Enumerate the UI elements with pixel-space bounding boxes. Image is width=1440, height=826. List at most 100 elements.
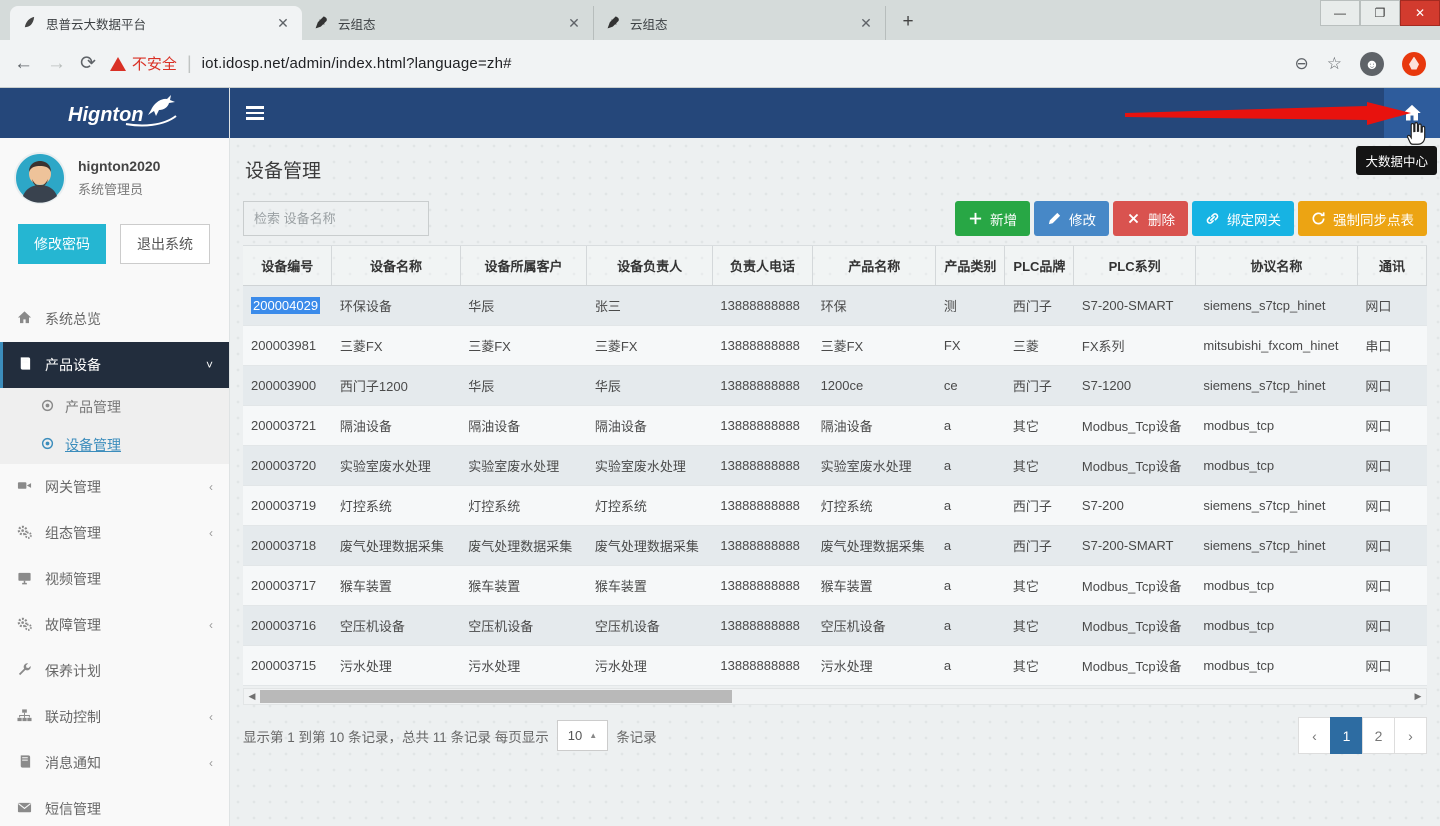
table-row[interactable]: 200004029环保设备华辰张三13888888888环保测西门子S7-200…	[243, 286, 1427, 326]
table-cell: 三菱FX	[813, 326, 936, 366]
table-cell: siemens_s7tcp_hinet	[1195, 526, 1357, 566]
address-bar[interactable]: 不安全 | iot.idosp.net/admin/index.html?lan…	[110, 53, 1281, 74]
sidebar-subitem-产品管理[interactable]: 产品管理	[0, 388, 229, 426]
security-warning[interactable]: 不安全	[110, 53, 177, 74]
dot-circle-icon	[40, 398, 55, 416]
sidebar-item-故障管理[interactable]: 故障管理‹	[0, 602, 229, 648]
sidebar-item-联动控制[interactable]: 联动控制‹	[0, 694, 229, 740]
scrollbar-thumb[interactable]	[260, 690, 732, 703]
table-row[interactable]: 200003716空压机设备空压机设备空压机设备13888888888空压机设备…	[243, 606, 1427, 646]
browser-logo-icon[interactable]	[1402, 52, 1426, 76]
close-button[interactable]: ✕	[1400, 0, 1440, 26]
page-size-select[interactable]: 10 ▲	[557, 720, 608, 751]
绑定网关-button[interactable]: 绑定网关	[1192, 201, 1294, 236]
column-header[interactable]: 设备所属客户	[460, 246, 587, 286]
scroll-right-icon[interactable]: ▶	[1410, 691, 1426, 702]
book-icon	[16, 754, 33, 772]
sidebar-item-label: 短信管理	[45, 799, 201, 819]
device-table: 设备编号设备名称设备所属客户设备负责人负责人电话产品名称产品类别PLC品牌PLC…	[243, 246, 1427, 686]
change-password-button[interactable]: 修改密码	[18, 224, 106, 264]
scroll-left-icon[interactable]: ◀	[244, 691, 260, 702]
column-header[interactable]: 设备编号	[243, 246, 332, 286]
button-label: 新增	[990, 209, 1017, 229]
column-header[interactable]: 通讯	[1357, 246, 1426, 286]
tab-close-icon[interactable]: ✕	[857, 14, 875, 32]
pager-page-2[interactable]: 2	[1362, 717, 1395, 754]
column-header[interactable]: PLC系列	[1074, 246, 1195, 286]
table-row[interactable]: 200003981三菱FX三菱FX三菱FX13888888888三菱FXFX三菱…	[243, 326, 1427, 366]
sidebar-item-产品设备[interactable]: 产品设备˅	[0, 342, 229, 388]
browser-tab[interactable]: 思普云大数据平台✕	[10, 6, 302, 40]
table-cell: ce	[936, 366, 1005, 406]
feather-icon	[22, 15, 38, 31]
table-cell: 13888888888	[712, 446, 812, 486]
forward-icon[interactable]: →	[47, 53, 66, 75]
table-cell: 隔油设备	[332, 406, 460, 446]
table-cell: 隔油设备	[813, 406, 936, 446]
dot-circle-icon	[40, 436, 55, 454]
avatar	[14, 152, 66, 204]
hamburger-menu-icon[interactable]	[230, 88, 280, 138]
table-row[interactable]: 200003900西门子1200华辰华辰138888888881200cece西…	[243, 366, 1427, 406]
table-cell: 猴车装置	[460, 566, 587, 606]
topbar	[230, 88, 1440, 138]
column-header[interactable]: 产品名称	[813, 246, 936, 286]
restore-button[interactable]: ❐	[1360, 0, 1400, 26]
pager-prev-button[interactable]: ‹	[1298, 717, 1331, 754]
sidebar-item-短信管理[interactable]: 短信管理	[0, 786, 229, 826]
修改-button[interactable]: 修改	[1034, 201, 1109, 236]
new-tab-button[interactable]: +	[894, 9, 922, 37]
sidebar-item-系统总览[interactable]: 系统总览	[0, 296, 229, 342]
table-cell: 200003719	[243, 486, 332, 526]
删除-button[interactable]: 删除	[1113, 201, 1188, 236]
sidebar-item-label: 产品设备	[45, 355, 194, 375]
table-row[interactable]: 200003715污水处理污水处理污水处理13888888888污水处理a其它M…	[243, 646, 1427, 686]
table-row[interactable]: 200003719灯控系统灯控系统灯控系统13888888888灯控系统a西门子…	[243, 486, 1427, 526]
tab-close-icon[interactable]: ✕	[565, 14, 583, 32]
column-header[interactable]: 设备名称	[332, 246, 460, 286]
zoom-out-icon[interactable]: ⊖	[1295, 54, 1309, 74]
sidebar-subitem-设备管理[interactable]: 设备管理	[0, 426, 229, 464]
link-icon	[1205, 211, 1220, 226]
column-header[interactable]: 产品类别	[936, 246, 1005, 286]
pager-page-1[interactable]: 1	[1330, 717, 1363, 754]
home-button[interactable]	[1384, 88, 1440, 138]
profile-icon[interactable]: ☻	[1360, 52, 1384, 76]
tab-close-icon[interactable]: ✕	[274, 14, 292, 32]
强制同步点表-button[interactable]: 强制同步点表	[1298, 201, 1427, 236]
table-row[interactable]: 200003721隔油设备隔油设备隔油设备13888888888隔油设备a其它M…	[243, 406, 1427, 446]
新增-button[interactable]: 新增	[955, 201, 1030, 236]
column-header[interactable]: 设备负责人	[587, 246, 713, 286]
table-row[interactable]: 200003717猴车装置猴车装置猴车装置13888888888猴车装置a其它M…	[243, 566, 1427, 606]
pager-next-button[interactable]: ›	[1394, 717, 1427, 754]
back-icon[interactable]: ←	[14, 53, 33, 75]
scrollbar-track[interactable]	[260, 689, 1410, 704]
browser-tab[interactable]: 云组态 ✕	[594, 6, 886, 40]
sidebar-item-保养计划[interactable]: 保养计划	[0, 648, 229, 694]
column-header[interactable]: 协议名称	[1195, 246, 1357, 286]
table-cell: 猴车装置	[813, 566, 936, 606]
tab-title: 云组态	[630, 14, 849, 33]
x-icon	[1126, 211, 1141, 226]
search-input[interactable]	[243, 201, 429, 236]
bookmark-star-icon[interactable]: ☆	[1327, 54, 1342, 74]
url-text[interactable]: iot.idosp.net/admin/index.html?language=…	[202, 55, 512, 72]
chevron-icon: ‹	[209, 756, 213, 770]
column-header[interactable]: 负责人电话	[712, 246, 812, 286]
book-icon	[16, 356, 33, 374]
sidebar-item-消息通知[interactable]: 消息通知‹	[0, 740, 229, 786]
sidebar-item-组态管理[interactable]: 组态管理‹	[0, 510, 229, 556]
table-cell: a	[936, 646, 1005, 686]
table-cell: 污水处理	[587, 646, 713, 686]
sidebar-item-网关管理[interactable]: 网关管理‹	[0, 464, 229, 510]
column-header[interactable]: PLC品牌	[1005, 246, 1074, 286]
table-cell: 实验室废水处理	[332, 446, 460, 486]
logout-button[interactable]: 退出系统	[120, 224, 210, 264]
table-row[interactable]: 200003718废气处理数据采集废气处理数据采集废气处理数据采集1388888…	[243, 526, 1427, 566]
refresh-icon[interactable]: ⟳	[80, 52, 96, 75]
horizontal-scrollbar[interactable]: ◀ ▶	[243, 688, 1427, 705]
browser-tab[interactable]: 云组态✕	[302, 6, 594, 40]
table-row[interactable]: 200003720实验室废水处理实验室废水处理实验室废水处理1388888888…	[243, 446, 1427, 486]
sidebar-item-视频管理[interactable]: 视频管理	[0, 556, 229, 602]
minimize-button[interactable]: —	[1320, 0, 1360, 26]
